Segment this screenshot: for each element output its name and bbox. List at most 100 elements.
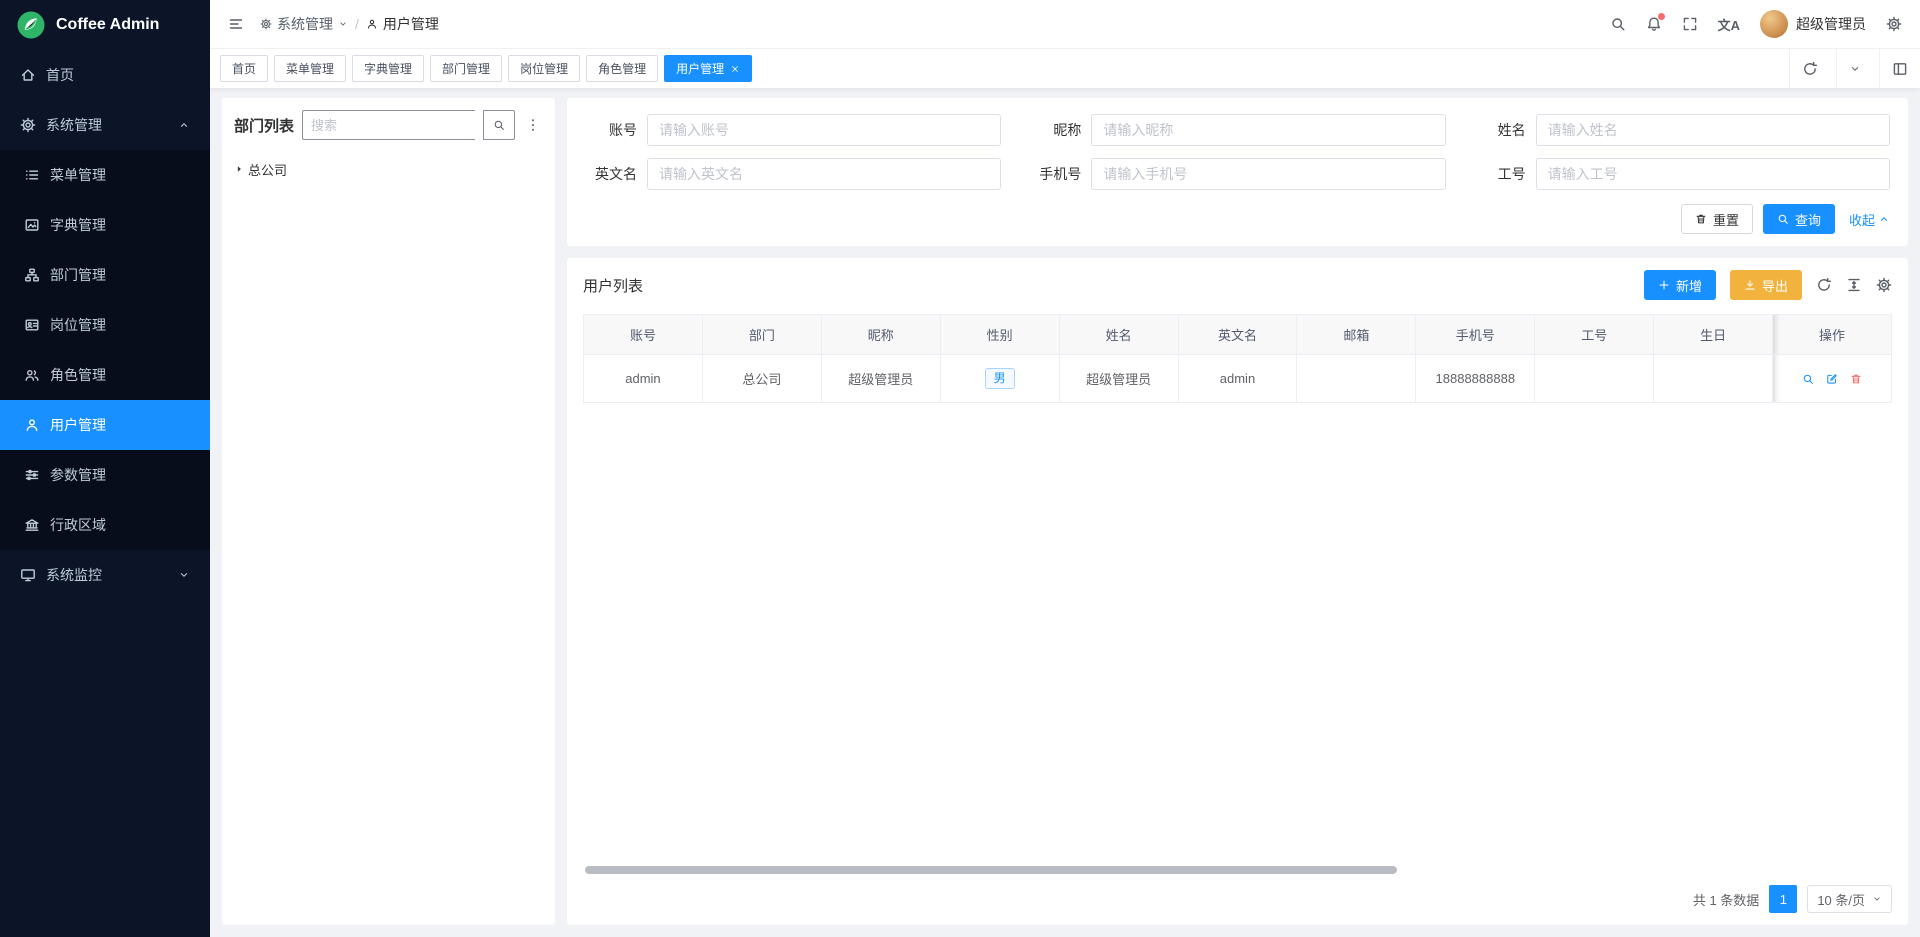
department-panel: 部门列表 总公司 xyxy=(222,98,555,925)
en-name-input[interactable] xyxy=(647,158,1001,190)
refresh-tab-button[interactable] xyxy=(1789,49,1830,89)
chevron-down-icon xyxy=(338,19,348,29)
work-id-input[interactable] xyxy=(1536,158,1890,190)
position-icon xyxy=(24,317,40,333)
gear-icon xyxy=(1876,277,1892,293)
refresh-icon xyxy=(1802,61,1818,77)
tab-dept-mgmt[interactable]: 部门管理 xyxy=(430,55,502,82)
fullscreen-button[interactable] xyxy=(1682,16,1698,32)
breadcrumb-label: 用户管理 xyxy=(383,14,439,34)
sidebar-item-label: 首页 xyxy=(46,65,190,85)
view-row-button[interactable] xyxy=(1802,373,1814,385)
field-label: 手机号 xyxy=(1029,164,1081,184)
page-number-button[interactable]: 1 xyxy=(1769,885,1797,913)
search-form: 账号 昵称 姓名 英文名 xyxy=(585,114,1890,190)
col-name: 姓名 xyxy=(1059,315,1178,355)
sidebar-item-label: 部门管理 xyxy=(50,265,190,285)
sidebar-item-label: 角色管理 xyxy=(50,365,190,385)
collapse-sidebar-button[interactable] xyxy=(228,16,244,32)
sidebar-item-system[interactable]: 系统管理 xyxy=(0,100,210,150)
row-height-button[interactable] xyxy=(1846,277,1862,293)
tabbar: 首页 菜单管理 字典管理 部门管理 岗位管理 角色管理 用户管理 xyxy=(210,48,1920,88)
scrollbar-thumb[interactable] xyxy=(585,866,1397,874)
department-search-input[interactable] xyxy=(302,110,475,140)
tab-label: 菜单管理 xyxy=(286,60,334,77)
sidebar-item-home[interactable]: 首页 xyxy=(0,50,210,100)
tab-menu-mgmt[interactable]: 菜单管理 xyxy=(274,55,346,82)
notifications-button[interactable] xyxy=(1646,16,1662,32)
sidebar: Coffee Admin 首页 系统管理 菜单管理 字典管理 xyxy=(0,0,210,937)
field-label: 英文名 xyxy=(585,164,637,184)
translate-button[interactable]: 文A xyxy=(1718,15,1740,34)
department-more-button[interactable] xyxy=(523,115,543,135)
name-input[interactable] xyxy=(1536,114,1890,146)
tab-close-button[interactable] xyxy=(730,64,740,74)
reset-label: 重置 xyxy=(1713,210,1739,229)
page-size-select[interactable]: 10 条/页 xyxy=(1807,885,1892,913)
table-row: admin 总公司 超级管理员 男 超级管理员 admin 188 xyxy=(584,355,1892,403)
layout-button[interactable] xyxy=(1879,49,1920,89)
form-item-work-id: 工号 xyxy=(1474,158,1890,190)
delete-row-button[interactable] xyxy=(1850,373,1862,385)
search-button[interactable] xyxy=(1610,16,1626,32)
nickname-input[interactable] xyxy=(1091,114,1445,146)
tab-home[interactable]: 首页 xyxy=(220,55,268,82)
col-gender: 性别 xyxy=(940,315,1059,355)
settings-button[interactable] xyxy=(1886,16,1902,32)
col-actions: 操作 xyxy=(1773,315,1892,355)
tab-label: 首页 xyxy=(232,60,256,77)
query-button[interactable]: 查询 xyxy=(1763,204,1835,234)
department-search-button[interactable] xyxy=(483,110,515,140)
breadcrumb-system[interactable]: 系统管理 xyxy=(260,14,348,34)
department-tree: 总公司 xyxy=(234,156,543,182)
breadcrumb-separator: / xyxy=(355,16,359,32)
add-user-button[interactable]: 新增 xyxy=(1644,270,1716,300)
edit-row-button[interactable] xyxy=(1826,373,1838,385)
sidebar-item-dept-mgmt[interactable]: 部门管理 xyxy=(0,250,210,300)
tab-options-button[interactable] xyxy=(1836,49,1873,89)
tab-dict-mgmt[interactable]: 字典管理 xyxy=(352,55,424,82)
app-root: Coffee Admin 首页 系统管理 菜单管理 字典管理 xyxy=(0,0,1920,937)
chevron-down-icon xyxy=(1872,894,1882,904)
reset-button[interactable]: 重置 xyxy=(1681,204,1753,234)
sidebar-item-menu-mgmt[interactable]: 菜单管理 xyxy=(0,150,210,200)
row-actions xyxy=(1773,373,1891,385)
sidebar-item-role-mgmt[interactable]: 角色管理 xyxy=(0,350,210,400)
form-actions: 重置 查询 收起 xyxy=(585,204,1890,234)
sidebar-item-user-mgmt[interactable]: 用户管理 xyxy=(0,400,210,450)
table-header-row: 账号 部门 昵称 性别 姓名 英文名 邮箱 手机号 工号 生日 xyxy=(584,315,1892,355)
layout-icon xyxy=(1892,61,1908,77)
form-item-en-name: 英文名 xyxy=(585,158,1001,190)
sidebar-item-dict-mgmt[interactable]: 字典管理 xyxy=(0,200,210,250)
phone-input[interactable] xyxy=(1091,158,1445,190)
add-label: 新增 xyxy=(1676,276,1702,295)
cell-account: admin xyxy=(584,355,703,403)
tab-role-mgmt[interactable]: 角色管理 xyxy=(586,55,658,82)
content: 部门列表 总公司 xyxy=(210,88,1920,937)
form-item-phone: 手机号 xyxy=(1029,158,1445,190)
tab-post-mgmt[interactable]: 岗位管理 xyxy=(508,55,580,82)
cell-dept: 总公司 xyxy=(702,355,821,403)
gear-icon xyxy=(20,117,36,133)
table-title: 用户列表 xyxy=(583,275,643,296)
user-menu[interactable]: 超级管理员 xyxy=(1760,10,1866,38)
sidebar-item-post-mgmt[interactable]: 岗位管理 xyxy=(0,300,210,350)
hamburger-icon xyxy=(228,16,244,32)
sidebar-item-param-mgmt[interactable]: 参数管理 xyxy=(0,450,210,500)
collapse-form-link[interactable]: 收起 xyxy=(1849,210,1890,229)
logo: Coffee Admin xyxy=(0,0,210,50)
department-panel-title: 部门列表 xyxy=(234,115,294,136)
region-icon xyxy=(24,517,40,533)
collapse-label: 收起 xyxy=(1849,210,1875,229)
breadcrumb-user-mgmt: 用户管理 xyxy=(366,14,439,34)
column-settings-button[interactable] xyxy=(1876,277,1892,293)
account-input[interactable] xyxy=(647,114,1001,146)
tab-user-mgmt[interactable]: 用户管理 xyxy=(664,55,752,82)
chevron-up-icon xyxy=(1878,213,1890,225)
refresh-table-button[interactable] xyxy=(1816,277,1832,293)
export-button[interactable]: 导出 xyxy=(1730,270,1802,300)
tree-node-head-office[interactable]: 总公司 xyxy=(234,156,543,182)
form-item-account: 账号 xyxy=(585,114,1001,146)
sidebar-item-monitor[interactable]: 系统监控 xyxy=(0,550,210,600)
sidebar-item-region-mgmt[interactable]: 行政区域 xyxy=(0,500,210,550)
